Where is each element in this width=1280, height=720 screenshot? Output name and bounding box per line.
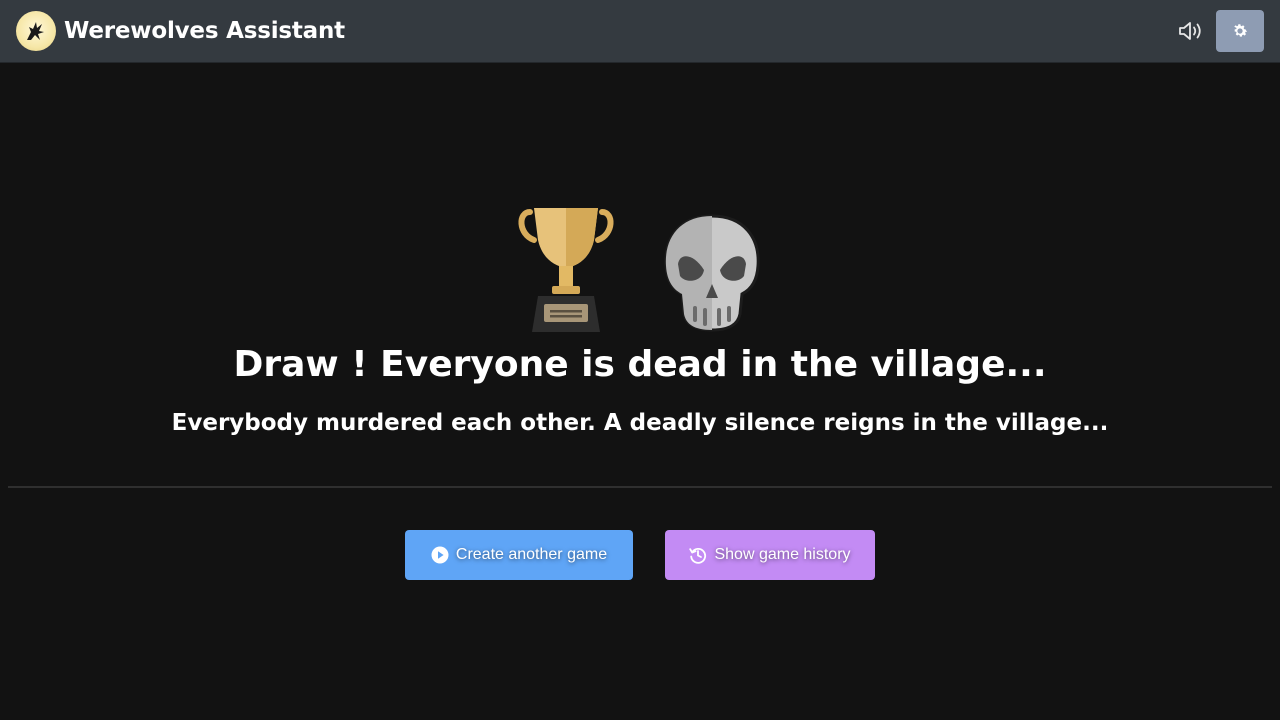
app-title: Werewolves Assistant: [64, 18, 345, 44]
brand-link[interactable]: Werewolves Assistant: [16, 11, 345, 51]
settings-button[interactable]: [1216, 10, 1264, 52]
game-result-subtitle: Everybody murdered each other. A deadly …: [171, 410, 1109, 436]
play-circle-icon: [431, 546, 449, 564]
result-icons: [0, 200, 1280, 334]
werewolf-logo-icon: [16, 11, 56, 51]
volume-icon: [1179, 22, 1201, 40]
history-icon: [689, 546, 707, 564]
show-game-history-button[interactable]: Show game history: [665, 530, 875, 580]
create-another-game-label: Create another game: [455, 546, 608, 563]
trophy-icon: [518, 208, 614, 332]
game-over-panel: Draw ! Everyone is dead in the village..…: [0, 64, 1280, 720]
show-game-history-label: Show game history: [714, 546, 851, 563]
navbar-actions: [1174, 10, 1264, 52]
end-actions: Create another game Show game history: [0, 530, 1280, 580]
skull-icon: [664, 214, 760, 332]
sound-toggle-button[interactable]: [1174, 14, 1208, 48]
create-another-game-button[interactable]: Create another game: [405, 530, 633, 580]
game-result-title: Draw ! Everyone is dead in the village..…: [233, 344, 1047, 385]
navbar: Werewolves Assistant: [0, 0, 1280, 63]
divider: [8, 486, 1272, 488]
gear-icon: [1234, 24, 1248, 37]
